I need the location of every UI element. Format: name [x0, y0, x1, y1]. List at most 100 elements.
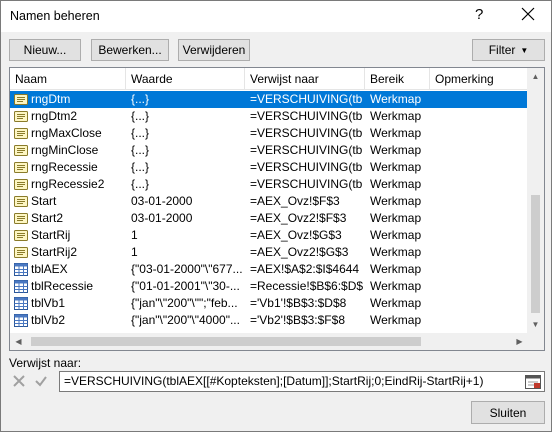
row-value: 1: [131, 228, 138, 242]
row-refers-to: =AEX_Ovz2!$G$3: [250, 245, 349, 259]
row-scope: Werkmap: [370, 160, 422, 174]
table-icon: [14, 314, 28, 327]
row-value: {"01-01-2001"\"30-...: [131, 279, 240, 293]
scroll-up-icon[interactable]: ▲: [527, 68, 544, 85]
row-scope: Werkmap: [370, 92, 422, 106]
close-icon[interactable]: [521, 7, 535, 21]
row-refers-to: =VERSCHUIVING(tb...: [250, 126, 363, 140]
row-name: StartRij2: [31, 245, 78, 259]
dialog-title: Namen beheren: [10, 9, 100, 23]
row-scope: Werkmap: [370, 143, 422, 157]
row-comment: [435, 159, 525, 176]
column-header-comment[interactable]: Opmerking: [430, 68, 528, 90]
row-name: tblRecessie: [31, 279, 94, 293]
table-row[interactable]: tblAEX {"03-01-2000"\"677... =AEX!$A$2:$I$…: [10, 261, 528, 278]
scroll-down-icon[interactable]: ▼: [527, 316, 544, 333]
row-comment: [435, 261, 525, 278]
named-range-icon: [14, 213, 28, 224]
row-refers-to: =VERSCHUIVING(tb...: [250, 160, 363, 174]
close-button[interactable]: Sluiten: [471, 401, 545, 424]
names-list[interactable]: Naam Waarde Verwijst naar Bereik Opmerki…: [9, 67, 545, 351]
table-icon: [14, 263, 28, 276]
table-row[interactable]: tblVb2 {"jan"\"200"\"4000"... ='Vb2'!$B$3:…: [10, 312, 528, 329]
table-icon: [14, 297, 28, 310]
table-row[interactable]: rngDtm2 {...} =VERSCHUIVING(tb... Werkmap: [10, 108, 528, 125]
vertical-scroll-thumb[interactable]: [531, 195, 540, 313]
horizontal-scrollbar[interactable]: ◀ ▶: [10, 333, 528, 350]
edit-button[interactable]: Bewerken...: [91, 39, 169, 61]
row-value: {...}: [131, 109, 150, 123]
column-header-refers-to[interactable]: Verwijst naar: [245, 68, 365, 90]
row-scope: Werkmap: [370, 279, 422, 293]
row-comment: [435, 278, 525, 295]
row-name: tblVb1: [31, 296, 66, 310]
row-value: {"03-01-2000"\"677...: [131, 262, 243, 276]
scroll-right-icon[interactable]: ▶: [511, 333, 528, 350]
table-row[interactable]: StartRij 1 =AEX_Ovz!$G$3 Werkmap: [10, 227, 528, 244]
row-comment: [435, 91, 525, 108]
row-name: Start2: [31, 211, 64, 225]
row-value: 1: [131, 245, 138, 259]
help-button[interactable]: ?: [475, 6, 483, 23]
row-scope: Werkmap: [370, 296, 422, 310]
named-range-icon: [14, 196, 28, 207]
table-row[interactable]: StartRij2 1 =AEX_Ovz2!$G$3 Werkmap: [10, 244, 528, 261]
column-header-name[interactable]: Naam: [10, 68, 126, 90]
refers-to-input[interactable]: =VERSCHUIVING(tblAEX[[#Kopteksten];[Datu…: [59, 371, 545, 392]
row-scope: Werkmap: [370, 126, 422, 140]
row-value: 03-01-2000: [131, 194, 193, 208]
row-refers-to: ='Vb2'!$B$3:$F$8: [250, 313, 345, 327]
named-range-icon: [14, 111, 28, 122]
row-name: rngDtm: [31, 92, 71, 106]
table-row[interactable]: rngMinClose {...} =VERSCHUIVING(tb... Werkm…: [10, 142, 528, 159]
dropdown-arrow-icon: ▼: [520, 45, 529, 55]
table-row[interactable]: rngDtm {...} =VERSCHUIVING(tb... Werkmap: [10, 91, 528, 108]
filter-button[interactable]: Filter ▼: [472, 39, 545, 61]
column-headers: Naam Waarde Verwijst naar Bereik Opmerki…: [10, 68, 528, 90]
column-header-value[interactable]: Waarde: [126, 68, 245, 90]
cancel-edit-icon[interactable]: [9, 371, 29, 391]
row-refers-to: =VERSCHUIVING(tb...: [250, 92, 363, 106]
table-row[interactable]: rngRecessie2 {...} =VERSCHUIVING(tb... Werk…: [10, 176, 528, 193]
row-scope: Werkmap: [370, 245, 422, 259]
row-value: {...}: [131, 126, 150, 140]
row-refers-to: ='Vb1'!$B$3:$D$8: [250, 296, 347, 310]
table-row[interactable]: rngMaxClose {...} =VERSCHUIVING(tb... Werkm…: [10, 125, 528, 142]
horizontal-scroll-thumb[interactable]: [31, 337, 421, 346]
table-row[interactable]: Start 03-01-2000 =AEX_Ovz!$F$3 Werkmap: [10, 193, 528, 210]
row-refers-to: =AEX_Ovz!$G$3: [250, 228, 342, 242]
row-scope: Werkmap: [370, 177, 422, 191]
row-comment: [435, 295, 525, 312]
row-value: {...}: [131, 177, 150, 191]
row-scope: Werkmap: [370, 211, 422, 225]
name-manager-dialog: Namen beheren ? Nieuw... Bewerken... Ver…: [0, 0, 552, 432]
delete-button[interactable]: Verwijderen: [178, 39, 250, 61]
row-name: rngRecessie2: [31, 177, 105, 191]
row-scope: Werkmap: [370, 109, 422, 123]
new-button[interactable]: Nieuw...: [9, 39, 81, 61]
scroll-left-icon[interactable]: ◀: [10, 333, 27, 350]
table-row[interactable]: tblVb1 {"jan"\"200"\"";"feb... ='Vb1'!$B$3…: [10, 295, 528, 312]
confirm-edit-icon[interactable]: [31, 371, 51, 391]
row-comment: [435, 193, 525, 210]
row-scope: Werkmap: [370, 313, 422, 327]
row-value: {...}: [131, 160, 150, 174]
range-picker-icon[interactable]: [522, 372, 544, 391]
table-row[interactable]: tblRecessie {"01-01-2001"\"30-... =Recessi…: [10, 278, 528, 295]
named-range-icon: [14, 230, 28, 241]
column-header-scope[interactable]: Bereik: [365, 68, 430, 90]
table-row[interactable]: rngRecessie {...} =VERSCHUIVING(tb... Werkm…: [10, 159, 528, 176]
filter-label: Filter: [488, 43, 516, 57]
row-value: {...}: [131, 143, 150, 157]
row-comment: [435, 108, 525, 125]
row-name: rngMaxClose: [31, 126, 102, 140]
row-comment: [435, 125, 525, 142]
table-row[interactable]: Start2 03-01-2000 =AEX_Ovz2!$F$3 Werkmap: [10, 210, 528, 227]
row-refers-to: =AEX_Ovz!$F$3: [250, 194, 340, 208]
row-refers-to: =VERSCHUIVING(tb...: [250, 109, 363, 123]
table-icon: [14, 280, 28, 293]
vertical-scrollbar[interactable]: ▲ ▼: [527, 68, 544, 333]
row-name: rngDtm2: [31, 109, 78, 123]
row-name: Start: [31, 194, 57, 208]
named-range-icon: [14, 94, 28, 105]
